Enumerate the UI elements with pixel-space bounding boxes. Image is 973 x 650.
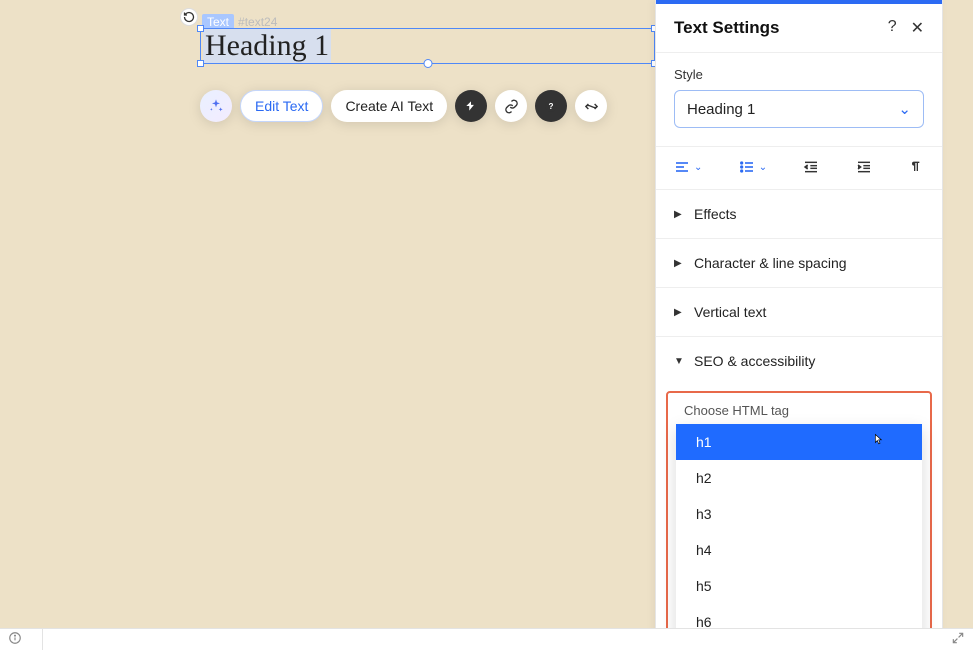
- cursor-pointer-icon: [870, 433, 886, 452]
- indent-increase-button[interactable]: [856, 159, 872, 175]
- panel-title: Text Settings: [674, 18, 779, 38]
- selected-text-element[interactable]: Text #text24 Heading 1: [200, 28, 655, 64]
- section-label: Vertical text: [694, 304, 766, 320]
- create-ai-text-button[interactable]: Create AI Text: [331, 90, 447, 122]
- section-label: SEO & accessibility: [694, 353, 815, 369]
- text-direction-button[interactable]: [908, 159, 924, 175]
- edit-text-button[interactable]: Edit Text: [240, 90, 323, 122]
- more-button[interactable]: [575, 90, 607, 122]
- section-spacing[interactable]: ▶ Character & line spacing: [656, 239, 942, 288]
- chevron-down-icon: ⌄: [898, 100, 911, 118]
- align-dropdown[interactable]: ⌄: [674, 159, 702, 175]
- animations-button[interactable]: [455, 90, 487, 122]
- caret-right-icon: ▶: [674, 258, 684, 269]
- section-vertical-text[interactable]: ▶ Vertical text: [656, 288, 942, 337]
- resize-handle-tl[interactable]: [197, 25, 204, 32]
- caret-down-icon: ▼: [674, 356, 684, 367]
- element-id: #text24: [238, 15, 277, 29]
- info-icon[interactable]: [8, 631, 22, 648]
- resize-handle-bm[interactable]: [423, 59, 432, 68]
- section-label: Character & line spacing: [694, 255, 847, 271]
- caret-right-icon: ▶: [674, 307, 684, 318]
- text-settings-panel: Text Settings ? ✕ Style Heading 1 ⌄ ⌄ ⌄: [655, 0, 943, 650]
- caret-right-icon: ▶: [674, 209, 684, 220]
- floating-toolbar: Edit Text Create AI Text ?: [200, 90, 607, 122]
- help-button[interactable]: ?: [535, 90, 567, 122]
- panel-help-icon[interactable]: ?: [888, 18, 897, 38]
- resize-handle-bl[interactable]: [197, 60, 204, 67]
- style-dropdown[interactable]: Heading 1 ⌄: [674, 90, 924, 128]
- expand-icon[interactable]: [951, 631, 965, 648]
- list-dropdown[interactable]: ⌄: [739, 159, 767, 175]
- panel-header: Text Settings ? ✕: [656, 4, 942, 53]
- rotate-handle-icon[interactable]: [180, 8, 198, 26]
- html-tag-option-h5[interactable]: h5: [676, 568, 922, 604]
- svg-text:?: ?: [549, 102, 554, 111]
- seo-section-body: Choose HTML tag h1 h2 h3 h4 h5 h6: [666, 391, 932, 650]
- format-row: ⌄ ⌄: [656, 147, 942, 190]
- html-tag-dropdown[interactable]: h1 h2 h3 h4 h5 h6: [676, 424, 922, 640]
- html-tag-label: Choose HTML tag: [676, 403, 922, 424]
- section-seo[interactable]: ▼ SEO & accessibility: [656, 337, 942, 385]
- html-tag-option-h2[interactable]: h2: [676, 460, 922, 496]
- text-content[interactable]: Heading 1: [203, 29, 331, 63]
- panel-close-icon[interactable]: ✕: [911, 18, 924, 38]
- style-label: Style: [674, 67, 924, 82]
- style-value: Heading 1: [687, 101, 755, 118]
- text-bounding-box[interactable]: Heading 1: [200, 28, 655, 64]
- chevron-down-icon: ⌄: [694, 162, 702, 173]
- style-section: Style Heading 1 ⌄: [656, 53, 942, 147]
- chevron-down-icon: ⌄: [759, 162, 767, 173]
- status-bar: [0, 628, 973, 650]
- html-tag-option-h3[interactable]: h3: [676, 496, 922, 532]
- html-tag-option-h4[interactable]: h4: [676, 532, 922, 568]
- section-label: Effects: [694, 206, 737, 222]
- section-effects[interactable]: ▶ Effects: [656, 190, 942, 239]
- html-tag-option-h1[interactable]: h1: [676, 424, 922, 460]
- link-button[interactable]: [495, 90, 527, 122]
- indent-decrease-button[interactable]: [803, 159, 819, 175]
- ai-sparkle-button[interactable]: [200, 90, 232, 122]
